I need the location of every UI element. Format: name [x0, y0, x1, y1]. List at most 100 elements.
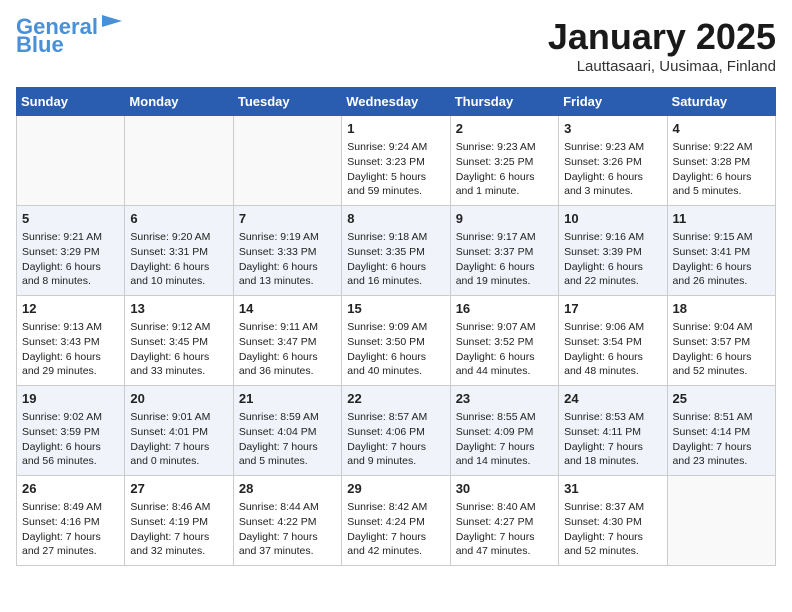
calendar-cell: 15 Sunrise: 9:09 AM Sunset: 3:50 PM Dayli…	[342, 296, 450, 386]
calendar-cell: 8 Sunrise: 9:18 AM Sunset: 3:35 PM Daylig…	[342, 206, 450, 296]
col-header-saturday: Saturday	[667, 88, 775, 116]
day-number: 5	[22, 210, 119, 228]
col-header-tuesday: Tuesday	[233, 88, 341, 116]
location-subtitle: Lauttasaari, Uusimaa, Finland	[548, 58, 776, 75]
calendar-cell	[233, 116, 341, 206]
calendar-cell: 3 Sunrise: 9:23 AM Sunset: 3:26 PM Daylig…	[559, 116, 667, 206]
day-number: 22	[347, 390, 444, 408]
day-number: 8	[347, 210, 444, 228]
day-info: Sunrise: 9:01 AM Sunset: 4:01 PM Dayligh…	[130, 410, 227, 469]
day-number: 15	[347, 300, 444, 318]
calendar-cell	[17, 116, 125, 206]
day-number: 9	[456, 210, 553, 228]
calendar-cell: 2 Sunrise: 9:23 AM Sunset: 3:25 PM Daylig…	[450, 116, 558, 206]
calendar-cell: 14 Sunrise: 9:11 AM Sunset: 3:47 PM Dayli…	[233, 296, 341, 386]
day-number: 16	[456, 300, 553, 318]
day-info: Sunrise: 9:04 AM Sunset: 3:57 PM Dayligh…	[673, 320, 770, 379]
day-info: Sunrise: 8:44 AM Sunset: 4:22 PM Dayligh…	[239, 500, 336, 559]
day-info: Sunrise: 8:51 AM Sunset: 4:14 PM Dayligh…	[673, 410, 770, 469]
day-number: 1	[347, 120, 444, 138]
calendar-cell: 31 Sunrise: 8:37 AM Sunset: 4:30 PM Dayli…	[559, 476, 667, 566]
day-info: Sunrise: 8:46 AM Sunset: 4:19 PM Dayligh…	[130, 500, 227, 559]
day-number: 4	[673, 120, 770, 138]
calendar-cell: 30 Sunrise: 8:40 AM Sunset: 4:27 PM Dayli…	[450, 476, 558, 566]
day-info: Sunrise: 9:22 AM Sunset: 3:28 PM Dayligh…	[673, 140, 770, 199]
day-number: 23	[456, 390, 553, 408]
week-row-5: 26 Sunrise: 8:49 AM Sunset: 4:16 PM Dayli…	[17, 476, 776, 566]
calendar-cell: 26 Sunrise: 8:49 AM Sunset: 4:16 PM Dayli…	[17, 476, 125, 566]
day-number: 10	[564, 210, 661, 228]
day-info: Sunrise: 9:18 AM Sunset: 3:35 PM Dayligh…	[347, 230, 444, 289]
calendar-cell: 27 Sunrise: 8:46 AM Sunset: 4:19 PM Dayli…	[125, 476, 233, 566]
day-number: 19	[22, 390, 119, 408]
day-number: 11	[673, 210, 770, 228]
day-number: 29	[347, 480, 444, 498]
day-number: 27	[130, 480, 227, 498]
week-row-1: 1 Sunrise: 9:24 AM Sunset: 3:23 PM Daylig…	[17, 116, 776, 206]
header-row: SundayMondayTuesdayWednesdayThursdayFrid…	[17, 88, 776, 116]
day-number: 31	[564, 480, 661, 498]
calendar-cell: 4 Sunrise: 9:22 AM Sunset: 3:28 PM Daylig…	[667, 116, 775, 206]
day-info: Sunrise: 9:13 AM Sunset: 3:43 PM Dayligh…	[22, 320, 119, 379]
calendar-cell: 6 Sunrise: 9:20 AM Sunset: 3:31 PM Daylig…	[125, 206, 233, 296]
col-header-friday: Friday	[559, 88, 667, 116]
day-info: Sunrise: 9:24 AM Sunset: 3:23 PM Dayligh…	[347, 140, 444, 199]
day-info: Sunrise: 8:40 AM Sunset: 4:27 PM Dayligh…	[456, 500, 553, 559]
day-number: 13	[130, 300, 227, 318]
day-info: Sunrise: 9:15 AM Sunset: 3:41 PM Dayligh…	[673, 230, 770, 289]
day-number: 7	[239, 210, 336, 228]
logo: General Blue	[16, 16, 122, 56]
calendar-cell: 1 Sunrise: 9:24 AM Sunset: 3:23 PM Daylig…	[342, 116, 450, 206]
month-title: January 2025	[548, 16, 776, 58]
week-row-3: 12Sunrise: 9:13 AM Sunset: 3:43 PM Dayli…	[17, 296, 776, 386]
calendar-table: SundayMondayTuesdayWednesdayThursdayFrid…	[16, 87, 776, 566]
page-header: General Blue January 2025 Lauttasaari, U…	[16, 16, 776, 75]
day-number: 18	[673, 300, 770, 318]
calendar-cell: 13 Sunrise: 9:12 AM Sunset: 3:45 PM Dayli…	[125, 296, 233, 386]
day-info: Sunrise: 9:21 AM Sunset: 3:29 PM Dayligh…	[22, 230, 119, 289]
day-number: 2	[456, 120, 553, 138]
day-number: 24	[564, 390, 661, 408]
calendar-cell: 9 Sunrise: 9:17 AM Sunset: 3:37 PM Daylig…	[450, 206, 558, 296]
day-info: Sunrise: 8:49 AM Sunset: 4:16 PM Dayligh…	[22, 500, 119, 559]
day-number: 26	[22, 480, 119, 498]
col-header-monday: Monday	[125, 88, 233, 116]
day-info: Sunrise: 9:23 AM Sunset: 3:25 PM Dayligh…	[456, 140, 553, 199]
day-number: 6	[130, 210, 227, 228]
week-row-2: 5 Sunrise: 9:21 AM Sunset: 3:29 PM Daylig…	[17, 206, 776, 296]
day-info: Sunrise: 9:19 AM Sunset: 3:33 PM Dayligh…	[239, 230, 336, 289]
col-header-wednesday: Wednesday	[342, 88, 450, 116]
day-number: 21	[239, 390, 336, 408]
week-row-4: 19 Sunrise: 9:02 AM Sunset: 3:59 PM Dayli…	[17, 386, 776, 476]
day-info: Sunrise: 9:07 AM Sunset: 3:52 PM Dayligh…	[456, 320, 553, 379]
day-info: Sunrise: 8:37 AM Sunset: 4:30 PM Dayligh…	[564, 500, 661, 559]
title-area: January 2025 Lauttasaari, Uusimaa, Finla…	[548, 16, 776, 75]
calendar-cell: 22Sunrise: 8:57 AM Sunset: 4:06 PM Dayli…	[342, 386, 450, 476]
day-info: Sunrise: 8:42 AM Sunset: 4:24 PM Dayligh…	[347, 500, 444, 559]
day-number: 3	[564, 120, 661, 138]
day-number: 14	[239, 300, 336, 318]
day-info: Sunrise: 9:12 AM Sunset: 3:45 PM Dayligh…	[130, 320, 227, 379]
calendar-cell	[667, 476, 775, 566]
day-info: Sunrise: 9:02 AM Sunset: 3:59 PM Dayligh…	[22, 410, 119, 469]
calendar-cell: 11 Sunrise: 9:15 AM Sunset: 3:41 PM Dayli…	[667, 206, 775, 296]
day-number: 20	[130, 390, 227, 408]
calendar-cell: 20 Sunrise: 9:01 AM Sunset: 4:01 PM Dayli…	[125, 386, 233, 476]
col-header-sunday: Sunday	[17, 88, 125, 116]
day-info: Sunrise: 9:20 AM Sunset: 3:31 PM Dayligh…	[130, 230, 227, 289]
day-number: 30	[456, 480, 553, 498]
day-info: Sunrise: 9:17 AM Sunset: 3:37 PM Dayligh…	[456, 230, 553, 289]
day-info: Sunrise: 9:06 AM Sunset: 3:54 PM Dayligh…	[564, 320, 661, 379]
day-info: Sunrise: 8:55 AM Sunset: 4:09 PM Dayligh…	[456, 410, 553, 469]
calendar-cell: 21Sunrise: 8:59 AM Sunset: 4:04 PM Dayli…	[233, 386, 341, 476]
calendar-cell: 24Sunrise: 8:53 AM Sunset: 4:11 PM Dayli…	[559, 386, 667, 476]
day-info: Sunrise: 9:11 AM Sunset: 3:47 PM Dayligh…	[239, 320, 336, 379]
calendar-cell: 16 Sunrise: 9:07 AM Sunset: 3:52 PM Dayli…	[450, 296, 558, 386]
day-number: 28	[239, 480, 336, 498]
day-info: Sunrise: 9:09 AM Sunset: 3:50 PM Dayligh…	[347, 320, 444, 379]
calendar-cell	[125, 116, 233, 206]
calendar-cell: 17Sunrise: 9:06 AM Sunset: 3:54 PM Dayli…	[559, 296, 667, 386]
day-info: Sunrise: 9:23 AM Sunset: 3:26 PM Dayligh…	[564, 140, 661, 199]
calendar-cell: 18 Sunrise: 9:04 AM Sunset: 3:57 PM Dayli…	[667, 296, 775, 386]
day-number: 25	[673, 390, 770, 408]
